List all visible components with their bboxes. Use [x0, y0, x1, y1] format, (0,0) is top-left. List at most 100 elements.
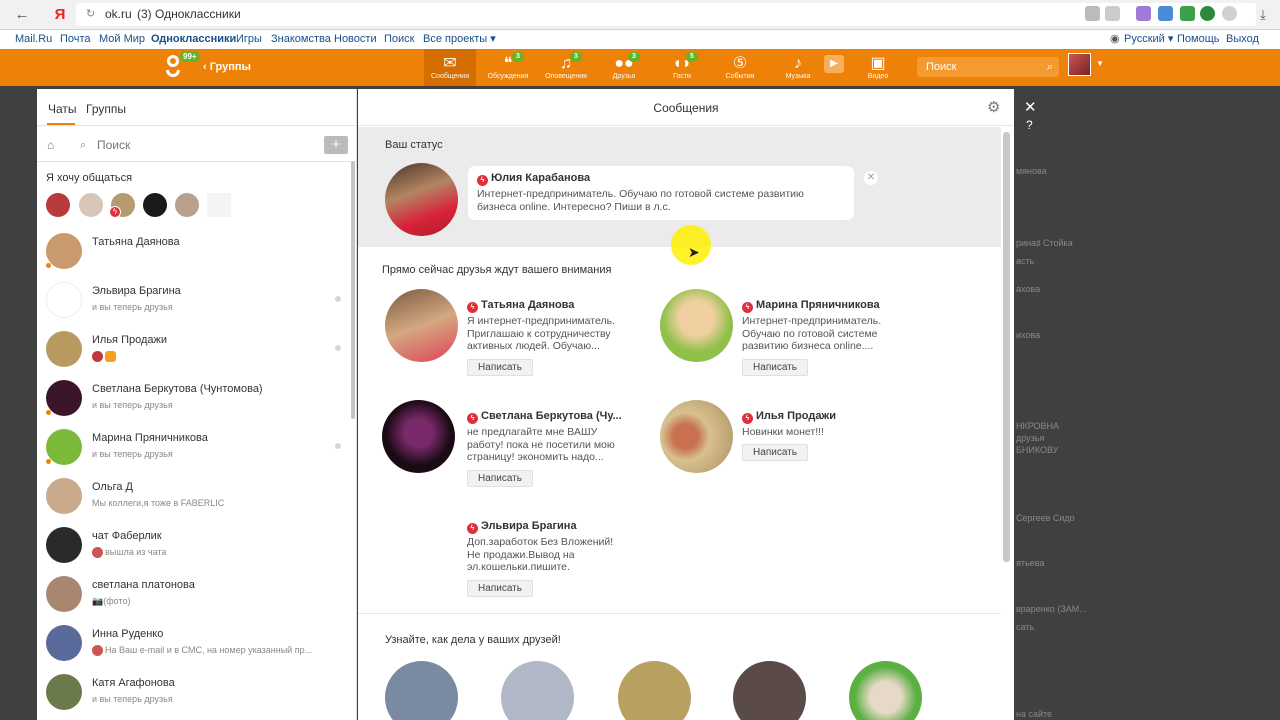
pen-extension-icon[interactable] — [1136, 6, 1151, 21]
friend-avatar[interactable] — [385, 510, 458, 583]
write-button[interactable]: Написать — [467, 580, 533, 597]
nav-events[interactable]: ⑤ События — [714, 49, 766, 86]
chat-item[interactable]: чат Фаберлик вышла из чата — [37, 524, 351, 573]
portal-link-ok[interactable]: Одноклассники — [151, 30, 236, 48]
friend-avatar[interactable] — [660, 400, 733, 473]
friend-news-avatar[interactable] — [385, 661, 458, 720]
music-play-button[interactable]: ▶ — [820, 49, 848, 86]
user-avatar[interactable] — [1068, 53, 1091, 76]
chat-item[interactable]: светлана платонова 📷(фото) — [37, 573, 351, 622]
vpn-extension-icon[interactable] — [1200, 6, 1215, 21]
chat-item[interactable]: Катя Агафонова и вы теперь друзья — [37, 671, 351, 720]
write-button[interactable]: Написать — [742, 359, 808, 376]
friend-name[interactable]: ϟ Татьяна Даянова — [467, 299, 574, 313]
chevron-down-icon[interactable]: ▼ — [1096, 59, 1104, 68]
friend-name-text: Светлана Беркутова (Чу... — [481, 410, 622, 422]
mini-avatar — [92, 547, 103, 559]
language-selector[interactable]: Русский ▾ — [1124, 30, 1173, 48]
portal-link-dating[interactable]: Знакомства — [271, 30, 331, 48]
portal-link-mailru[interactable]: Mail.Ru — [15, 30, 52, 48]
friend-avatar[interactable] — [660, 289, 733, 362]
portal-link-search[interactable]: Поиск — [384, 30, 414, 48]
chat-item[interactable]: Марина Пряничникова и вы теперь друзья — [37, 426, 351, 475]
status-avatar[interactable] — [385, 163, 458, 236]
reload-icon[interactable]: ↻ — [86, 3, 95, 26]
messages-scrollbar[interactable] — [1003, 132, 1010, 562]
friend-news-avatar[interactable] — [849, 661, 922, 720]
nav-video[interactable]: ▣ Видео — [852, 49, 904, 86]
write-button[interactable]: Написать — [467, 470, 533, 487]
yandex-icon[interactable]: Я — [50, 5, 70, 25]
friend-name-text: Татьяна Даянова — [481, 299, 575, 311]
chat-name: Илья Продажи — [92, 334, 168, 346]
write-button[interactable]: Написать — [742, 444, 808, 461]
nav-friends[interactable]: ●● 3 Друзья — [598, 49, 650, 86]
friend-news-avatar[interactable] — [501, 661, 574, 720]
chat-preview: На Ваш e-mail и в СМС, на номер указанны… — [92, 645, 324, 657]
chat-item[interactable]: Эльвира Брагина и вы теперь друзья — [37, 279, 351, 328]
write-button[interactable]: Написать — [467, 359, 533, 376]
chat-item[interactable]: Светлана Беркутова (Чунтомова) и вы тепе… — [37, 377, 351, 426]
groups-link[interactable]: ‹ Группы — [203, 61, 251, 73]
status-bubble[interactable]: ϟ Юлия Карабанова Интернет-предпринимател… — [468, 166, 854, 220]
want-avatar[interactable] — [175, 193, 199, 217]
nav-music[interactable]: ♪ Музыка — [772, 49, 824, 86]
nav-guests[interactable]: ◖◗ 5 Гости — [656, 49, 708, 86]
portal-link-news[interactable]: Новости — [334, 30, 377, 48]
chat-name: Татьяна Даянова — [92, 236, 180, 248]
new-chat-button[interactable]: + — [324, 136, 348, 154]
friend-name[interactable]: ϟ Светлана Беркутова (Чу... — [467, 410, 622, 424]
address-bar[interactable]: ↻ ok.ru (3) Одноклассники — [76, 3, 1256, 26]
friend-news-avatar[interactable] — [733, 661, 806, 720]
chat-item[interactable]: Татьяна Даянова — [37, 230, 351, 279]
friend-name[interactable]: ϟ Марина Пряничникова — [742, 299, 880, 313]
gear-icon[interactable]: ⚙ — [987, 98, 1000, 116]
want-avatar[interactable] — [46, 193, 70, 217]
portal-link-all-projects[interactable]: Все проекты ▾ — [423, 30, 496, 48]
home-icon[interactable]: ⌂ — [47, 138, 54, 152]
star-icon[interactable] — [1105, 6, 1120, 21]
nav-badge: 5 — [686, 52, 698, 62]
friend-card: ϟ Татьяна Даянова Я интернет-предпринимат… — [385, 289, 645, 389]
tab-chats[interactable]: Чаты — [48, 102, 77, 116]
search-icon[interactable]: ⌕ — [1047, 57, 1053, 77]
friend-avatar[interactable] — [382, 400, 455, 473]
download-extension-icon[interactable] — [1180, 6, 1195, 21]
friend-name[interactable]: ϟ Илья Продажи — [742, 410, 836, 424]
chat-avatar — [46, 429, 82, 465]
chat-item[interactable]: Илья Продажи — [37, 328, 351, 377]
friend-name[interactable]: ϟ Эльвира Брагина — [467, 520, 577, 534]
cloud-extension-icon[interactable] — [1158, 6, 1173, 21]
portal-link-mail[interactable]: Почта — [60, 30, 91, 48]
chat-search-input[interactable] — [80, 135, 310, 155]
chat-item[interactable]: Ольга Д Мы коллеги,я тоже в FABERLIC — [37, 475, 351, 524]
lightning-badge-icon: ϟ — [109, 206, 121, 218]
friend-avatar[interactable] — [385, 289, 458, 362]
portal-link-games[interactable]: Игры — [236, 30, 262, 48]
portal-link-mymir[interactable]: Мой Мир — [99, 30, 145, 48]
help-icon[interactable]: ? — [1026, 118, 1033, 132]
top-search-input[interactable]: Поиск ⌕ — [917, 57, 1059, 77]
want-avatar[interactable] — [79, 193, 103, 217]
friend-news-avatar[interactable] — [618, 661, 691, 720]
back-arrow-icon[interactable]: ← — [12, 5, 32, 25]
want-avatar[interactable] — [207, 193, 231, 217]
want-avatar[interactable] — [143, 193, 167, 217]
logout-link[interactable]: Выход — [1226, 30, 1259, 48]
nav-messages[interactable]: ✉ Сообщения — [424, 49, 476, 86]
help-link[interactable]: Помощь — [1177, 30, 1220, 48]
globe-extension-icon[interactable] — [1222, 6, 1237, 21]
nav-discussions[interactable]: ❝ 3 Обсуждения — [482, 49, 534, 86]
close-icon[interactable]: ✕ — [864, 171, 878, 185]
downloads-icon[interactable]: ⤓ — [1253, 5, 1273, 25]
bookmark-icon[interactable] — [1085, 6, 1100, 21]
tab-groups[interactable]: Группы — [86, 102, 126, 116]
chat-preview: и вы теперь друзья — [92, 694, 173, 704]
close-icon[interactable]: ✕ — [1024, 98, 1037, 116]
chat-item[interactable]: Инна Руденко На Ваш e-mail и в СМС, на н… — [37, 622, 351, 671]
chat-preview: вышла из чата — [92, 547, 324, 559]
chats-scrollbar[interactable] — [351, 161, 355, 419]
backdrop-text: мянова — [1016, 166, 1047, 176]
nav-alerts[interactable]: ♫ 3 Оповещения — [540, 49, 592, 86]
url-page-title: (3) Одноклассники — [137, 7, 241, 21]
